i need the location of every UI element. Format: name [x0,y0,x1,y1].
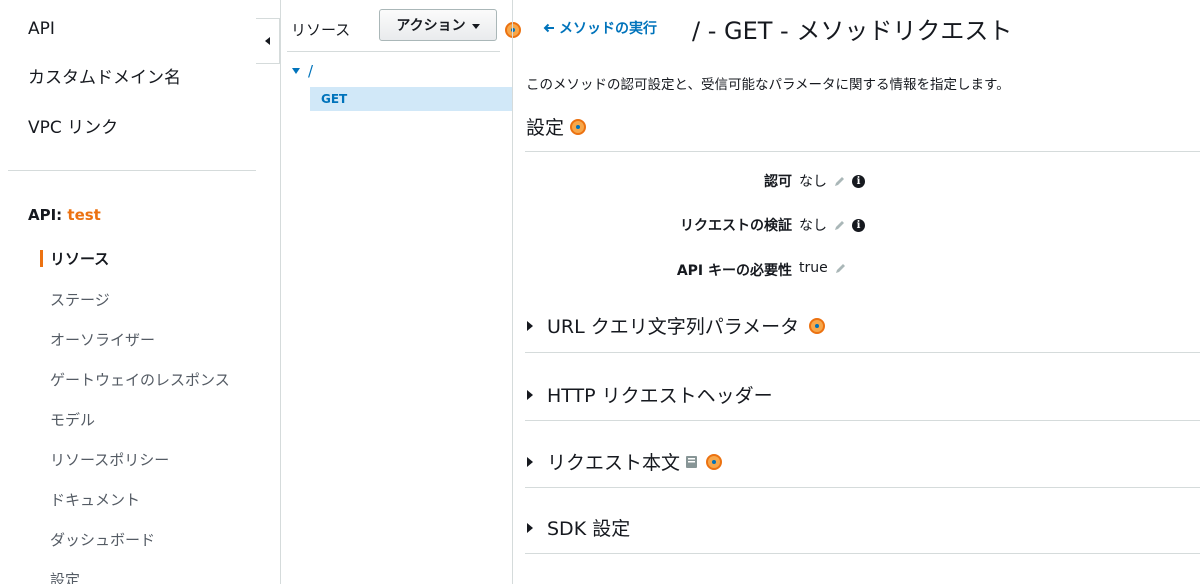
request-validator-label: リクエストの検証 [680,218,792,234]
nav-divider [8,170,256,171]
section-label: HTTP リクエストヘッダー [547,385,773,407]
caret-right-icon [527,320,533,331]
api-key-required-label: API キーの必要性 [676,263,792,279]
section-label: URL クエリ文字列パラメータ [547,316,800,338]
actions-button[interactable]: アクション [379,9,497,41]
info-icon[interactable]: i [852,174,865,188]
api-name[interactable]: test [67,206,100,224]
pencil-icon[interactable] [834,262,847,275]
section-request-body[interactable]: リクエスト本文 [527,448,723,475]
expand-icon [292,68,300,74]
caret-right-icon [527,456,533,467]
caret-right-icon [527,522,533,533]
nav-item-custom-domain[interactable]: カスタムドメイン名 [28,63,181,88]
info-dot-icon[interactable] [570,118,587,135]
api-key-required-value: true [799,260,828,276]
section-http-request-headers[interactable]: HTTP リクエストヘッダー [527,381,773,408]
active-indicator [40,250,43,267]
nav-item-gateway-responses[interactable]: ゲートウェイのレスポンス [50,369,230,390]
section-label: リクエスト本文 [547,452,681,474]
book-icon[interactable] [684,454,700,470]
arrow-left-icon [543,23,554,33]
api-title: API: test [28,206,101,224]
info-dot-icon[interactable] [505,22,521,38]
api-key-required-value-row: true [799,260,847,276]
authorization-value-row: なし i [799,171,865,191]
settings-divider [525,151,1200,152]
tree-root-path: / [308,62,314,80]
left-nav: API カスタムドメイン名 VPC リンク API: test リソース ステー… [0,0,256,584]
nav-item-dashboard[interactable]: ダッシュボード [50,529,155,550]
info-dot-icon[interactable] [809,317,826,334]
section-label: SDK 設定 [547,518,631,540]
info-dot-icon[interactable] [706,453,723,470]
nav-item-documentation[interactable]: ドキュメント [50,489,140,510]
tree-root-resource[interactable]: / [292,62,313,80]
authorization-label: 認可 [764,174,792,190]
nav-item-stages[interactable]: ステージ [50,289,110,310]
nav-item-resources[interactable]: リソース [50,248,109,269]
actions-button-label: アクション [396,18,466,34]
caret-left-icon [265,37,270,45]
pencil-icon[interactable] [833,219,846,232]
request-validator-value: なし [799,218,827,234]
section-divider [525,487,1200,488]
api-title-prefix: API: [28,206,68,224]
caret-right-icon [527,389,533,400]
authorization-value: なし [799,174,827,190]
info-icon[interactable]: i [852,218,865,232]
pencil-icon[interactable] [833,175,846,188]
nav-separator [280,0,281,584]
settings-heading: 設定 [526,113,587,140]
section-divider [525,553,1200,554]
section-divider [525,352,1200,353]
section-url-query-params[interactable]: URL クエリ文字列パラメータ [527,312,826,339]
collapse-nav-button[interactable] [256,18,280,64]
nav-item-authorizers[interactable]: オーソライザー [50,329,155,350]
caret-down-icon [471,23,480,29]
back-link-label: メソッドの実行 [559,21,657,37]
section-sdk-settings[interactable]: SDK 設定 [527,514,630,541]
request-validator-value-row: なし i [799,215,865,235]
back-to-method-execution-link[interactable]: メソッドの実行 [543,18,657,38]
description: このメソッドの認可設定と、受信可能なパラメータに関する情報を指定します。 [526,77,1010,93]
nav-item-api[interactable]: API [28,19,55,39]
section-divider [525,420,1200,421]
nav-item-vpc-link[interactable]: VPC リンク [28,113,118,138]
resources-divider [287,51,500,52]
settings-heading-label: 設定 [526,117,565,139]
tree-method-get[interactable]: GET [310,87,513,111]
page-title: / - GET - メソッドリクエスト [692,17,1013,45]
resources-header: リソース [291,21,351,39]
panel-separator [512,0,513,584]
nav-item-models[interactable]: モデル [50,409,95,430]
nav-item-resource-policy[interactable]: リソースポリシー [50,449,169,470]
nav-item-settings[interactable]: 設定 [50,569,80,584]
